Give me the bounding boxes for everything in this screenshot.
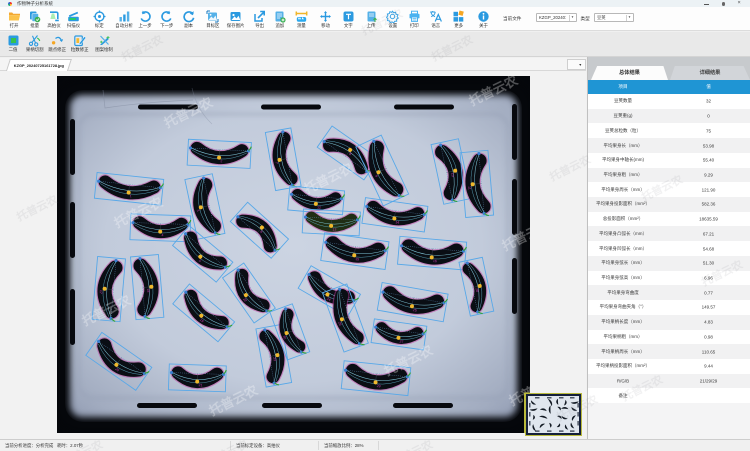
svg-text:27: 27 <box>399 339 403 344</box>
svg-text:21: 21 <box>198 383 202 387</box>
svg-text:16: 16 <box>432 258 436 262</box>
svg-text:14: 14 <box>395 220 399 225</box>
svg-text:2: 2 <box>220 159 222 163</box>
svg-text:25: 25 <box>412 308 417 313</box>
svg-text:12: 12 <box>316 205 320 209</box>
svg-text:18: 18 <box>146 288 150 292</box>
svg-text:29: 29 <box>376 383 380 387</box>
svg-text:4: 4 <box>161 233 163 237</box>
svg-text:17: 17 <box>98 289 102 293</box>
svg-text:23: 23 <box>272 356 277 361</box>
svg-text:11: 11 <box>467 185 471 189</box>
svg-text:15: 15 <box>354 257 358 262</box>
svg-text:13: 13 <box>332 227 336 231</box>
